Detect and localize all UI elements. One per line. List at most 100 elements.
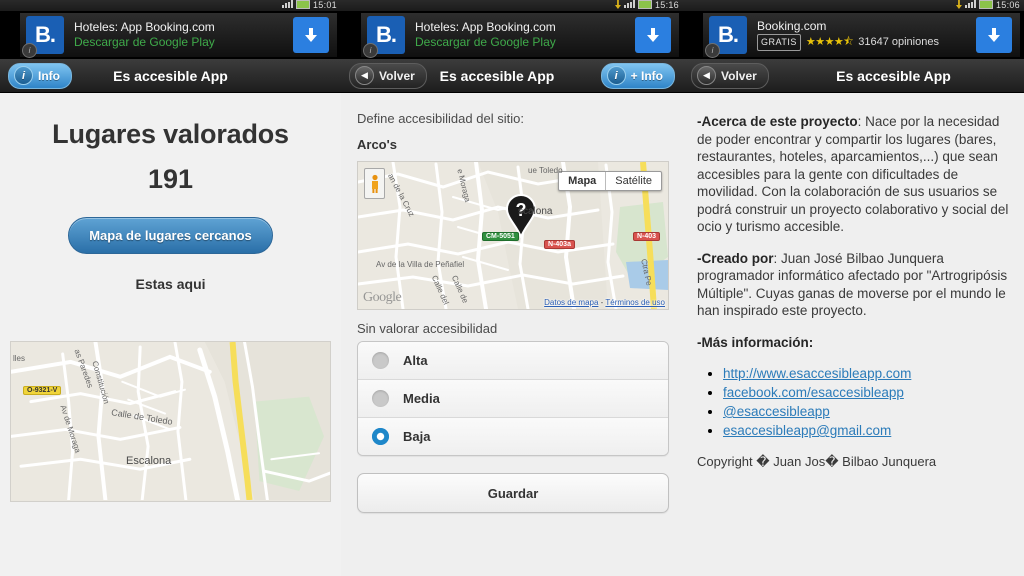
website-link[interactable]: http://www.esaccesibleapp.com xyxy=(723,366,911,381)
plus-info-button-label: + Info xyxy=(630,68,663,83)
map-type-toggle[interactable]: Mapa Satélite xyxy=(558,171,662,191)
status-time: 15:01 xyxy=(312,0,337,10)
back-button[interactable]: ◀ Volver xyxy=(691,62,769,89)
ad-download-button[interactable] xyxy=(976,17,1012,53)
signal-icon xyxy=(623,0,635,8)
booking-logo-letter: B. xyxy=(376,22,397,47)
ad-banner-panel1[interactable]: B. i Hoteles: App Booking.com Descargar … xyxy=(0,11,341,59)
more-info-heading: -Más información: xyxy=(697,334,1010,352)
map-label-street4: Av de la Villa de Peñafiel xyxy=(376,260,465,269)
download-arrow-icon xyxy=(305,28,317,42)
map-toggle-mapa[interactable]: Mapa xyxy=(559,172,607,190)
ad-banner-panel3[interactable]: B. i Booking.com GRATIS ★★★★⯪ 31647 opin… xyxy=(683,11,1024,59)
title-bar-panel3: ◀ Volver Es accesible App xyxy=(683,59,1024,93)
ad-text-block: Hoteles: App Booking.com Descargar de Go… xyxy=(415,20,635,50)
nearby-places-map-button[interactable]: Mapa de lugares cercanos xyxy=(68,217,273,254)
status-bar-panel3: 15:06 xyxy=(683,0,1024,11)
radio-option-alta[interactable]: Alta xyxy=(358,342,668,380)
plus-info-button[interactable]: i + Info xyxy=(600,62,675,89)
ad-info-icon[interactable]: i xyxy=(363,43,378,58)
ad-title: Hoteles: App Booking.com xyxy=(74,20,215,34)
radio-label: Baja xyxy=(403,429,431,444)
save-button[interactable]: Guardar xyxy=(357,473,669,513)
status-bar-panel1: 15:01 xyxy=(0,0,341,11)
define-accessibility-label: Define accesibilidad del sitio: xyxy=(357,111,524,126)
back-button[interactable]: ◀ Volver xyxy=(349,62,427,89)
you-are-here-label: Estas aqui xyxy=(135,276,206,292)
back-button-label: Volver xyxy=(379,68,415,83)
street-view-pegman-icon[interactable] xyxy=(364,168,385,199)
google-logo: Google xyxy=(363,290,402,305)
ad-download-button[interactable] xyxy=(635,17,671,53)
accessibility-radio-group[interactable]: Alta Media Baja xyxy=(357,341,669,456)
status-bar-icons: 15:16 xyxy=(614,0,679,11)
panel-about: 15:06 B. i Booking.com GRATIS ★★★★⯪ 3164… xyxy=(683,0,1024,576)
place-map[interactable]: Mapa Satélite ? an de la Cruz e Moraga u… xyxy=(357,161,669,310)
download-arrow-icon xyxy=(988,28,1000,42)
links-list: http://www.esaccesibleapp.com facebook.c… xyxy=(697,365,1010,440)
map-shield-n403: N-403 xyxy=(633,232,661,241)
booking-logo-icon: B. i xyxy=(363,16,405,58)
facebook-link[interactable]: facebook.com/esaccesibleapp xyxy=(723,385,904,400)
ad-text-block: Booking.com GRATIS ★★★★⯪ 31647 opiniones xyxy=(757,19,976,51)
battery-icon xyxy=(637,0,652,9)
info-icon: i xyxy=(606,66,626,85)
unrated-accessibility-label: Sin valorar accesibilidad xyxy=(357,321,498,336)
status-bar-icons: 15:06 xyxy=(955,0,1020,11)
radio-indicator xyxy=(372,390,389,407)
ad-title: Hoteles: App Booking.com xyxy=(415,20,556,34)
email-link[interactable]: esaccesibleapp@gmail.com xyxy=(723,423,891,438)
home-body: Lugares valorados 191 Mapa de lugares ce… xyxy=(0,93,341,576)
radio-option-baja[interactable]: Baja xyxy=(358,418,668,455)
page-title: Es accesible App xyxy=(836,67,951,84)
list-item[interactable]: http://www.esaccesibleapp.com xyxy=(723,365,1010,383)
list-item[interactable]: facebook.com/esaccesibleapp xyxy=(723,384,1010,402)
chevron-left-icon: ◀ xyxy=(697,66,716,85)
info-button-label: Info xyxy=(38,68,60,83)
about-body: -Acerca de este proyecto: Nace por la ne… xyxy=(683,93,1024,576)
ad-banner-panel2[interactable]: B. i Hoteles: App Booking.com Descargar … xyxy=(341,11,683,59)
radio-indicator xyxy=(372,352,389,369)
battery-icon xyxy=(295,0,310,9)
ad-subtitle: Descargar de Google Play xyxy=(415,35,556,49)
info-icon: i xyxy=(14,66,33,85)
map-toggle-satelite[interactable]: Satélite xyxy=(606,172,661,190)
ad-download-button[interactable] xyxy=(293,17,329,53)
terms-of-use-link[interactable]: Términos de uso xyxy=(605,298,665,307)
ad-rating-row: GRATIS ★★★★⯪ 31647 opiniones xyxy=(757,34,976,51)
map-attribution: Datos de mapa - Términos de uso xyxy=(544,298,665,307)
price-badge: GRATIS xyxy=(757,34,801,51)
map-data-link[interactable]: Datos de mapa xyxy=(544,298,598,307)
twitter-link[interactable]: @esaccesibleapp xyxy=(723,404,830,419)
ad-title: Booking.com xyxy=(757,19,827,33)
places-rated-heading: Lugares valorados xyxy=(52,119,289,149)
status-bar-icons: 15:01 xyxy=(281,0,337,11)
map-road-shield: O-9321-V xyxy=(23,386,62,395)
ad-text-block: Hoteles: App Booking.com Descargar de Go… xyxy=(74,20,293,50)
rate-place-body: Define accesibilidad del sitio: Arco's M… xyxy=(341,93,683,576)
chevron-left-icon: ◀ xyxy=(355,66,374,85)
page-title: Es accesible App xyxy=(439,67,555,84)
home-mini-map[interactable]: O-9321-V lles Constitución as Paredes Av… xyxy=(10,341,331,502)
about-project-title: -Acerca de este proyecto xyxy=(697,114,858,129)
list-item[interactable]: @esaccesibleapp xyxy=(723,403,1010,421)
ad-info-icon[interactable]: i xyxy=(22,43,37,58)
info-button[interactable]: i Info xyxy=(8,62,72,89)
panel-rate-place: 15:16 B. i Hoteles: App Booking.com Desc… xyxy=(341,0,683,576)
ad-info-icon[interactable]: i xyxy=(705,43,720,58)
radio-option-media[interactable]: Media xyxy=(358,380,668,418)
ad-banner-content[interactable]: B. i Booking.com GRATIS ★★★★⯪ 31647 opin… xyxy=(703,13,1020,58)
map-label-street3: ue Toledo xyxy=(528,166,563,175)
booking-logo-letter: B. xyxy=(35,22,56,47)
signal-icon xyxy=(964,0,976,8)
title-bar-panel2: ◀ Volver Es accesible App i + Info xyxy=(341,59,683,93)
download-status-icon xyxy=(955,0,962,9)
author-title: -Creado por xyxy=(697,250,774,266)
ad-banner-content[interactable]: B. i Hoteles: App Booking.com Descargar … xyxy=(361,13,679,58)
place-name: Arco's xyxy=(357,137,397,152)
ad-banner-content[interactable]: B. i Hoteles: App Booking.com Descargar … xyxy=(20,13,337,58)
list-item[interactable]: esaccesibleapp@gmail.com xyxy=(723,422,1010,440)
title-bar-panel1: i Info Es accesible App xyxy=(0,59,341,93)
places-rated-count: 191 xyxy=(147,164,194,194)
map-shield-cm5051: CM-5051 xyxy=(482,232,519,241)
